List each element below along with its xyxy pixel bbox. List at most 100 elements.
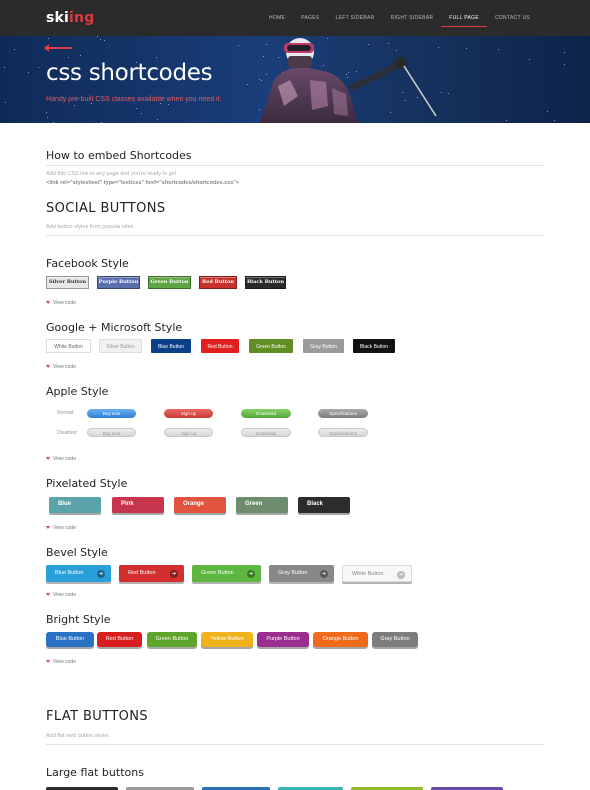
apple-sign-up-button[interactable]: Sign up xyxy=(164,409,213,418)
button-label: Green Button xyxy=(201,570,234,576)
facebook-red-button[interactable]: Red Button xyxy=(199,276,237,289)
view-code-label: View code xyxy=(53,592,76,598)
apple-sign-up-disabled-button: Sign up xyxy=(164,428,213,437)
bright-orange-button[interactable]: Orange Button xyxy=(313,632,368,647)
arrow-right-icon: ➜ xyxy=(397,570,405,579)
nav-item-left-sidebar[interactable]: LEFT SIDEBAR xyxy=(328,0,383,36)
snowflake xyxy=(237,45,239,47)
chevron-down-icon xyxy=(46,526,50,530)
pixelated-style-heading: Pixelated Style xyxy=(46,477,128,490)
top-navbar: skiing HOME PAGES LEFT SIDEBAR RIGHT SID… xyxy=(0,0,590,36)
view-code-toggle[interactable]: View code xyxy=(46,300,76,306)
snowflake xyxy=(563,52,565,54)
snowflake xyxy=(97,36,99,38)
nav-item-home[interactable]: HOME xyxy=(261,0,293,36)
chevron-down-icon xyxy=(46,457,50,461)
snowflake xyxy=(52,122,54,123)
snowflake xyxy=(73,105,75,106)
snowflake xyxy=(167,103,169,105)
facebook-style-heading: Facebook Style xyxy=(46,257,129,270)
view-code-toggle[interactable]: View code xyxy=(46,659,76,665)
bevel-green-button[interactable]: Green Button ➜ xyxy=(192,565,261,582)
apple-specifications-button[interactable]: Specifications xyxy=(318,409,368,418)
snowflake xyxy=(100,121,102,123)
google-white-button[interactable]: White Button xyxy=(46,339,91,353)
snowflake xyxy=(447,92,449,94)
pixelated-pink-button[interactable]: Pink xyxy=(112,497,164,513)
snowflake xyxy=(103,40,105,42)
snowflake xyxy=(440,91,442,93)
view-code-toggle[interactable]: View code xyxy=(46,364,76,370)
bevel-red-button[interactable]: Red Button ➜ xyxy=(119,565,184,582)
pixelated-green-button[interactable]: Green xyxy=(236,497,288,513)
page-subtitle: Handy pre-built CSS classes available wh… xyxy=(46,96,222,103)
google-red-button[interactable]: Red Button xyxy=(201,339,239,353)
snowflake xyxy=(14,49,16,51)
pixelated-black-button[interactable]: Black xyxy=(298,497,350,513)
apple-buy-now-button[interactable]: Buy now xyxy=(87,409,136,418)
skier-image xyxy=(260,38,437,123)
view-code-toggle[interactable]: View code xyxy=(46,456,76,462)
bevel-blue-button[interactable]: Blue Button ➜ xyxy=(46,565,111,582)
bright-yellow-button[interactable]: Yellow Button xyxy=(201,632,253,647)
nav-menu: HOME PAGES LEFT SIDEBAR RIGHT SIDEBAR FU… xyxy=(261,0,590,36)
apple-download-button[interactable]: Download xyxy=(241,409,291,418)
snowflake xyxy=(563,64,565,66)
bevel-style-heading: Bevel Style xyxy=(46,546,108,559)
button-label: Red Button xyxy=(128,570,156,576)
bright-gray-button[interactable]: Gray Button xyxy=(372,632,418,647)
facebook-purple-button[interactable]: Purple Button xyxy=(97,276,140,289)
logo[interactable]: skiing xyxy=(46,10,94,26)
snowflake xyxy=(4,67,6,69)
normal-row-label: Normal: xyxy=(57,410,75,416)
snowflake xyxy=(157,119,159,121)
snowflake xyxy=(554,120,556,122)
logo-prefix: ski xyxy=(46,10,70,26)
nav-item-full-page[interactable]: FULL PAGE xyxy=(441,0,487,36)
bevel-white-button[interactable]: White Button ➜ xyxy=(342,565,412,582)
bright-blue-button[interactable]: Blue Button xyxy=(46,632,94,647)
nav-item-pages[interactable]: PAGES xyxy=(293,0,327,36)
embed-text: Add this CSS link to any page and you're… xyxy=(46,171,177,177)
chevron-down-icon xyxy=(46,301,50,305)
view-code-toggle[interactable]: View code xyxy=(46,592,76,598)
view-code-label: View code xyxy=(53,364,76,370)
flat-buttons-heading: FLAT BUTTONS xyxy=(46,709,149,724)
button-label: Gray Button xyxy=(278,570,308,576)
disabled-row-label: Disabled: xyxy=(57,430,78,436)
view-code-label: View code xyxy=(53,300,76,306)
divider xyxy=(46,744,544,745)
snowflake xyxy=(155,56,157,58)
snowflake xyxy=(466,47,468,49)
chevron-down-icon xyxy=(46,365,50,369)
google-silver-button[interactable]: Silver Button xyxy=(99,339,142,353)
nav-item-contact-us[interactable]: CONTACT US xyxy=(487,0,590,36)
view-code-label: View code xyxy=(53,456,76,462)
logo-accent: ing xyxy=(69,10,95,26)
snowflake xyxy=(46,112,48,114)
view-code-toggle[interactable]: View code xyxy=(46,525,76,531)
facebook-black-button[interactable]: Black Button xyxy=(245,276,286,289)
pixelated-orange-button[interactable]: Orange xyxy=(174,497,226,513)
facebook-green-button[interactable]: Green Button xyxy=(148,276,191,289)
bright-purple-button[interactable]: Purple Button xyxy=(257,632,309,647)
google-green-button[interactable]: Green Button xyxy=(249,339,293,353)
flat-buttons-subtitle: Add flat web button styles xyxy=(46,733,109,739)
snowflake xyxy=(4,101,6,103)
apple-specifications-disabled-button: Specifications xyxy=(318,428,368,437)
pixelated-blue-button[interactable]: Blue xyxy=(49,497,101,513)
facebook-silver-button[interactable]: Silver Button xyxy=(46,276,89,289)
google-blue-button[interactable]: Blue Button xyxy=(151,339,191,353)
bevel-gray-button[interactable]: Gray Button ➜ xyxy=(269,565,334,582)
divider xyxy=(46,165,544,166)
nav-item-right-sidebar[interactable]: RIGHT SIDEBAR xyxy=(383,0,442,36)
snowflake xyxy=(497,48,499,50)
bright-red-button[interactable]: Red Button xyxy=(97,632,142,647)
back-arrow-icon[interactable] xyxy=(44,44,72,52)
google-black-button[interactable]: Black Button xyxy=(353,339,395,353)
bright-green-button[interactable]: Green Button xyxy=(147,632,197,647)
apple-download-disabled-button: Download xyxy=(241,428,291,437)
social-buttons-subtitle: Add button styles from popular sites xyxy=(46,224,134,230)
google-gray-button[interactable]: Gray Button xyxy=(303,339,344,353)
arrow-right-icon: ➜ xyxy=(320,569,328,578)
